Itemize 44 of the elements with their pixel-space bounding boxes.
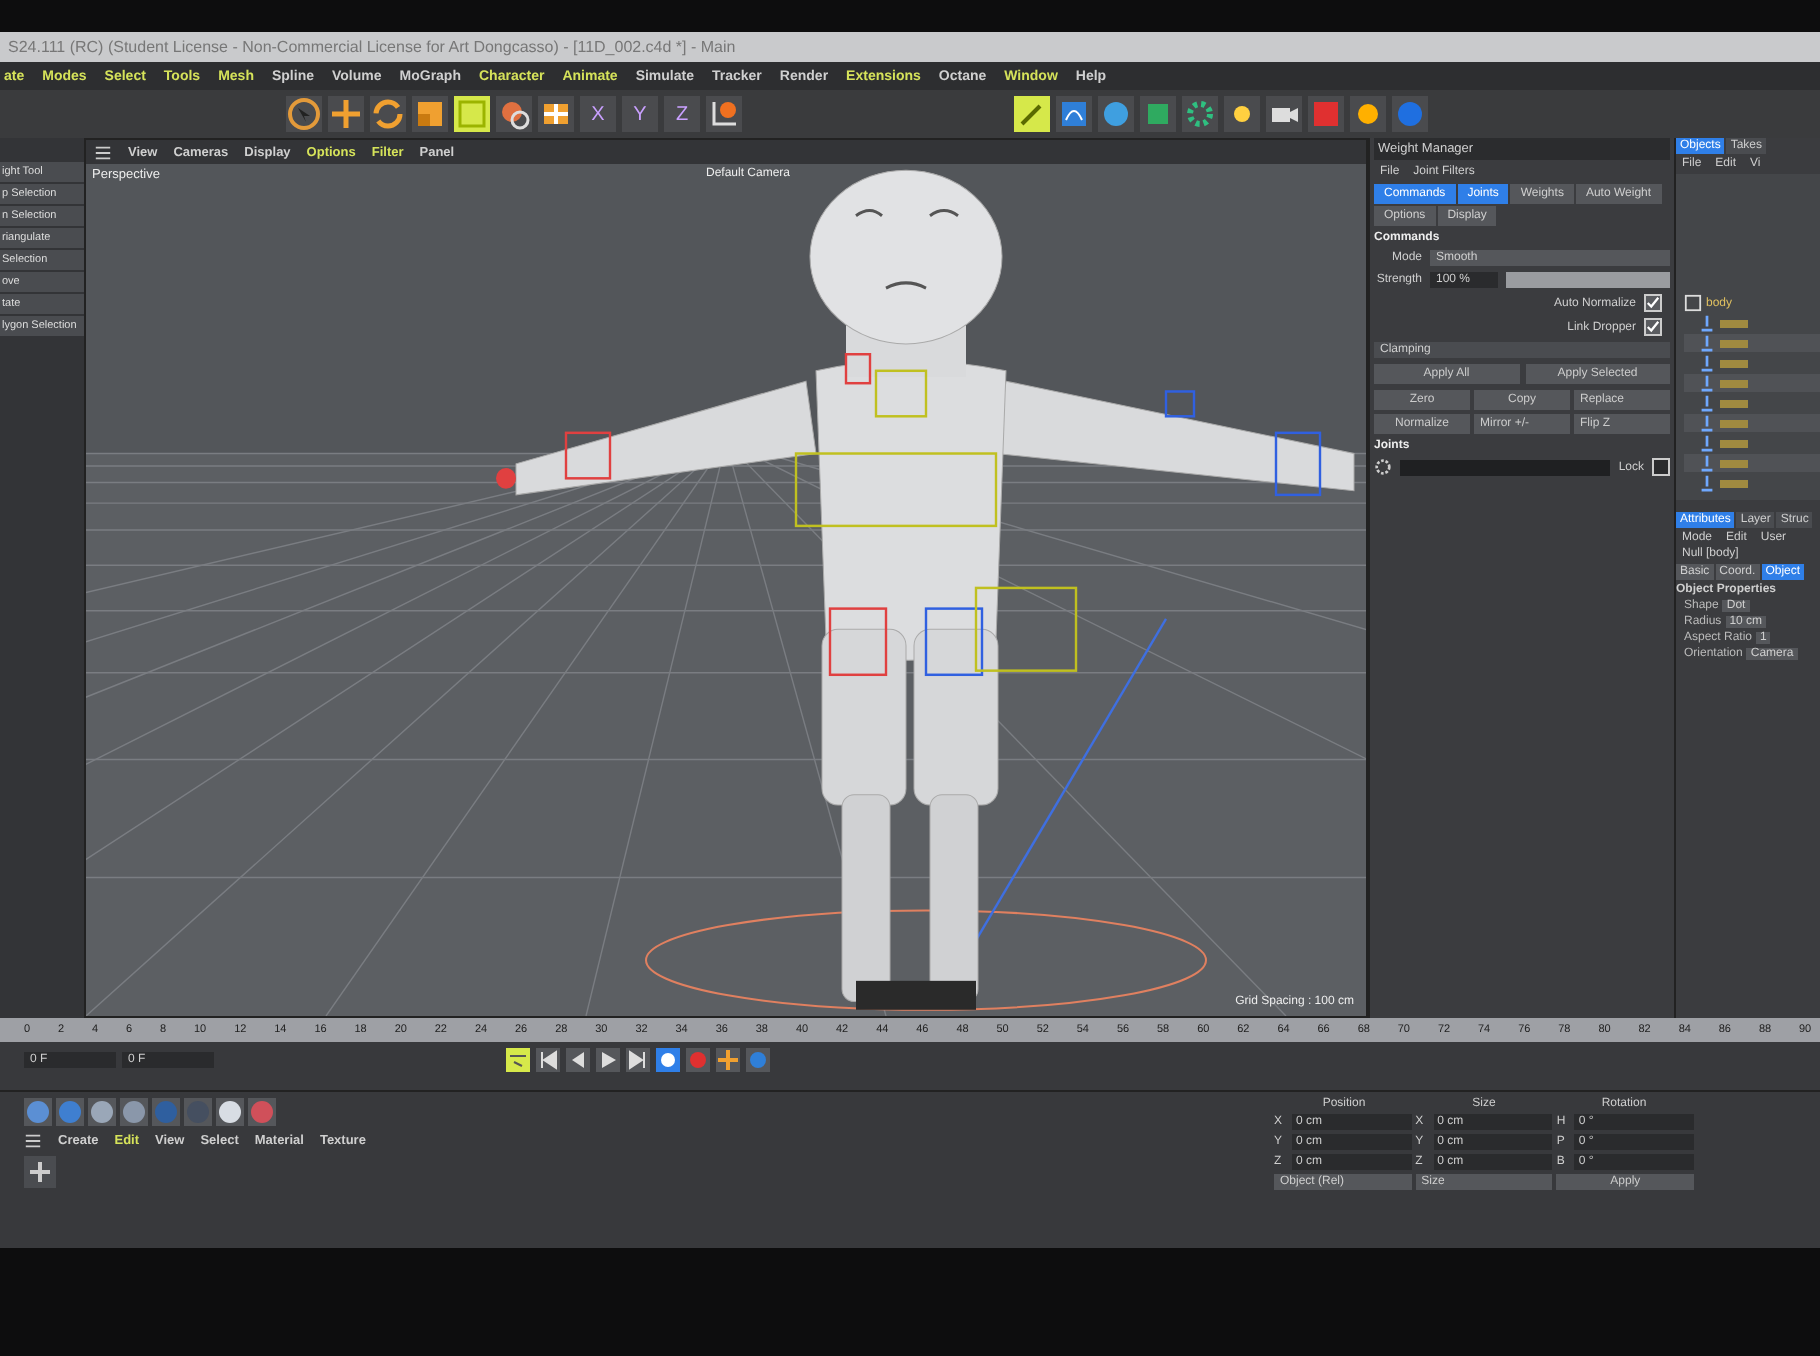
checker-icon[interactable] — [538, 96, 574, 132]
skip-to-end-icon[interactable] — [626, 1048, 650, 1072]
strength-slider[interactable] — [1506, 272, 1670, 288]
window-title: S24.111 (RC) (Student License - Non-Commercial License for Art Dongcasso) - [11D_002.c4d *] - Main — [8, 38, 736, 56]
scale-icon[interactable] — [412, 96, 448, 132]
joint-icon — [1698, 454, 1716, 472]
spline-icon[interactable] — [1056, 96, 1092, 132]
joint-icon — [1698, 474, 1716, 492]
plus-icon[interactable] — [24, 1156, 56, 1188]
keyframe-icon[interactable] — [506, 1048, 530, 1072]
joint-search-field[interactable] — [1400, 459, 1611, 475]
joint-icon — [1698, 354, 1716, 372]
checkbox[interactable] — [1652, 458, 1670, 476]
gear-icon[interactable] — [1182, 96, 1218, 132]
gear-icon[interactable] — [1374, 458, 1392, 476]
material-ball-icon[interactable] — [216, 1098, 244, 1126]
axis-button[interactable]: Z — [664, 96, 700, 132]
joint-icon — [1698, 334, 1716, 352]
move-icon[interactable] — [716, 1048, 740, 1072]
rotate-icon[interactable] — [370, 96, 406, 132]
checkbox[interactable] — [1644, 318, 1662, 336]
null-object-icon — [1684, 294, 1702, 312]
camera-icon[interactable] — [1266, 96, 1302, 132]
axis-button[interactable]: Y — [622, 96, 658, 132]
joint-icon — [1698, 414, 1716, 432]
joint-icon — [1698, 394, 1716, 412]
joint-icon — [1698, 434, 1716, 452]
menu-icon[interactable] — [24, 1132, 42, 1150]
record-icon[interactable] — [656, 1048, 680, 1072]
material-ball-icon[interactable] — [120, 1098, 148, 1126]
step-back-icon[interactable] — [566, 1048, 590, 1072]
coordinate-icon[interactable] — [706, 96, 742, 132]
menu-icon[interactable] — [94, 143, 112, 161]
joint-icon — [1698, 314, 1716, 332]
axis-button[interactable]: X — [580, 96, 616, 132]
material-ball-icon[interactable] — [88, 1098, 116, 1126]
cube-icon[interactable] — [1140, 96, 1176, 132]
skip-to-start-icon[interactable] — [536, 1048, 560, 1072]
checkbox[interactable] — [1644, 294, 1662, 312]
move-icon[interactable] — [328, 96, 364, 132]
cursor-icon[interactable] — [286, 96, 322, 132]
pen-icon[interactable] — [1014, 96, 1050, 132]
joint-icon — [1698, 374, 1716, 392]
play-icon[interactable] — [596, 1048, 620, 1072]
